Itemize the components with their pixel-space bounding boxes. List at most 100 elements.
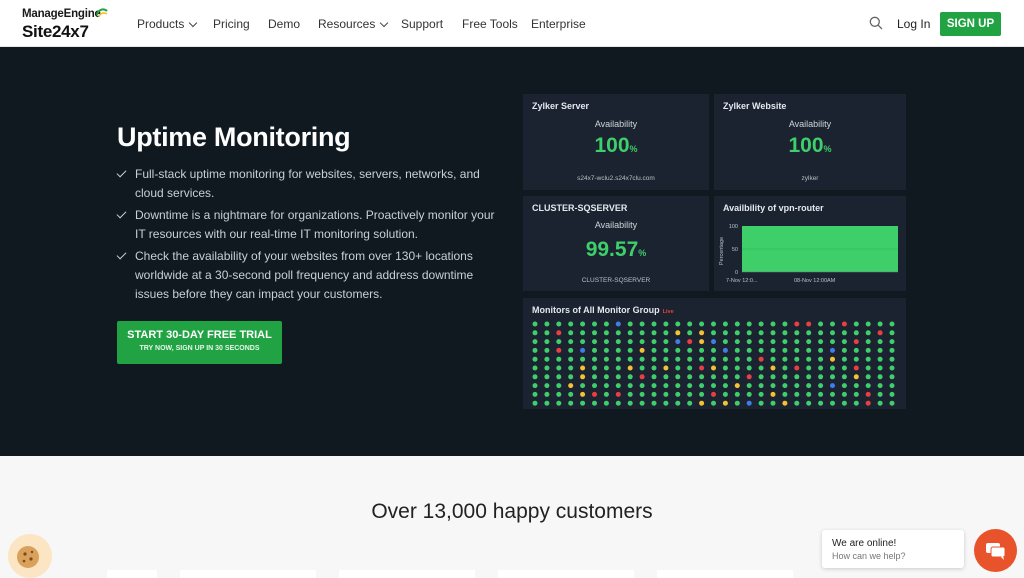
monitor-status-dot [532,330,538,336]
monitor-status-dot [830,321,835,327]
monitor-status-dot [818,356,824,362]
monitor-status-dot [556,321,562,327]
monitor-status-dot [663,383,669,389]
monitor-status-dot [889,391,895,397]
monitor-status-dot [734,391,740,397]
nav-support[interactable]: Support [401,17,443,31]
feature-item: Check the availability of your websites … [116,247,507,304]
monitor-status-dot [592,400,597,406]
monitor-status-dot [734,330,740,336]
monitor-status-dot [841,356,847,362]
monitor-status-dot [782,391,788,397]
chat-bubble-icon [986,543,1006,560]
monitor-status-dot [889,374,895,380]
sql-availability-card[interactable]: CLUSTER-SQSERVER Availability 99.57% CLU… [523,196,709,291]
monitor-status-dot [544,391,550,397]
monitor-status-dot [687,383,693,389]
monitor-status-dot [877,391,883,397]
monitor-status-dot [580,374,586,380]
monitor-status-dot [734,383,740,389]
monitor-status-dot [556,365,562,371]
monitor-status-dot [651,330,657,336]
nav-free-tools[interactable]: Free Tools [462,17,518,31]
monitor-status-dot [603,374,609,380]
monitor-status-dot [603,356,609,362]
monitor-status-dot [675,400,681,406]
customer-logo-card [339,570,475,578]
login-link[interactable]: Log In [897,17,930,31]
monitor-status-dot [675,321,681,327]
monitor-status-dot [734,356,740,362]
cookie-settings-button[interactable] [8,534,52,578]
monitor-status-dot [877,383,883,389]
percent-sign: % [629,144,638,154]
monitor-status-dot [853,391,859,397]
monitor-status-dot [675,365,681,371]
monitor-status-dot [568,400,574,406]
monitor-status-dot [853,321,859,327]
monitor-status-dot [580,330,586,336]
monitor-status-dot [758,400,764,406]
chevron-down-icon [380,18,389,28]
monitor-status-dot [722,347,728,353]
monitor-status-dot [627,339,633,345]
monitor-group-card[interactable]: Monitors of All Monitor Group Live [523,298,906,409]
nav-products[interactable]: Products [137,17,198,31]
monitor-status-dot [877,330,883,336]
monitor-status-dot [699,400,705,406]
free-trial-button[interactable]: START 30-DAY FREE TRIAL TRY NOW, SIGN UP… [117,321,282,364]
monitor-status-dot [603,347,609,353]
monitor-status-dot [568,391,574,397]
vpn-router-chart-card[interactable]: Availbility of vpn-router 100 50 0 Percenta… [714,196,906,291]
nav-resources[interactable]: Resources [318,17,389,31]
monitor-status-dot [722,356,728,362]
monitor-status-dot [711,356,716,362]
monitor-status-dot [889,339,895,345]
monitor-host: s24x7-wclu2.s24x7clu.com [577,175,655,182]
monitor-status-dot [818,374,824,380]
x-tick-label: 7-Nov 12:0... [726,278,758,284]
monitor-status-dot [734,321,740,327]
availability-value: 100% [523,134,709,158]
monitor-status-dot [734,365,740,371]
server-availability-card[interactable]: Zylker Server Availability 100% s24x7-wc… [523,94,709,190]
monitor-status-dot [615,330,621,336]
monitor-status-dot [687,347,693,353]
monitor-status-dot [532,391,538,397]
nav-enterprise[interactable]: Enterprise [531,17,586,31]
website-availability-card[interactable]: Zylker Website Availability 100% zylker [714,94,906,190]
monitor-status-dot [532,339,538,345]
nav-pricing[interactable]: Pricing [213,17,250,31]
monitor-status-dot [734,374,740,380]
site24x7-logo[interactable]: ManageEngine Site24x7 [22,6,112,42]
availability-value: 100% [714,134,906,158]
monitor-status-dot [639,321,645,327]
monitor-status-dot [568,330,574,336]
monitor-status-dot [782,339,788,345]
monitor-status-dot [651,391,657,397]
monitor-status-dot [782,330,788,336]
nav-demo[interactable]: Demo [268,17,300,31]
chat-open-button[interactable] [974,529,1017,572]
monitor-status-dot [841,374,847,380]
monitor-status-dot [806,391,812,397]
monitor-status-dot [889,383,895,389]
monitor-status-dot [722,339,728,345]
monitor-status-dot [734,339,740,345]
monitor-status-dot [532,356,538,362]
monitor-status-dot [663,321,669,327]
monitor-status-dot [758,365,764,371]
monitor-status-dot [818,339,824,345]
chat-prompt[interactable]: We are online! How can we help? [822,530,964,568]
monitor-status-dot [830,391,835,397]
monitor-status-dot [544,400,550,406]
signup-button[interactable]: SIGN UP [940,12,1001,36]
monitor-status-dot [615,339,621,345]
monitor-status-dot [877,321,883,327]
search-icon[interactable] [869,16,883,30]
monitor-status-dot [865,374,871,380]
monitor-status-dot [556,330,562,336]
monitor-status-dot [580,339,586,345]
monitor-status-dot [806,400,812,406]
monitor-status-dot [699,321,705,327]
